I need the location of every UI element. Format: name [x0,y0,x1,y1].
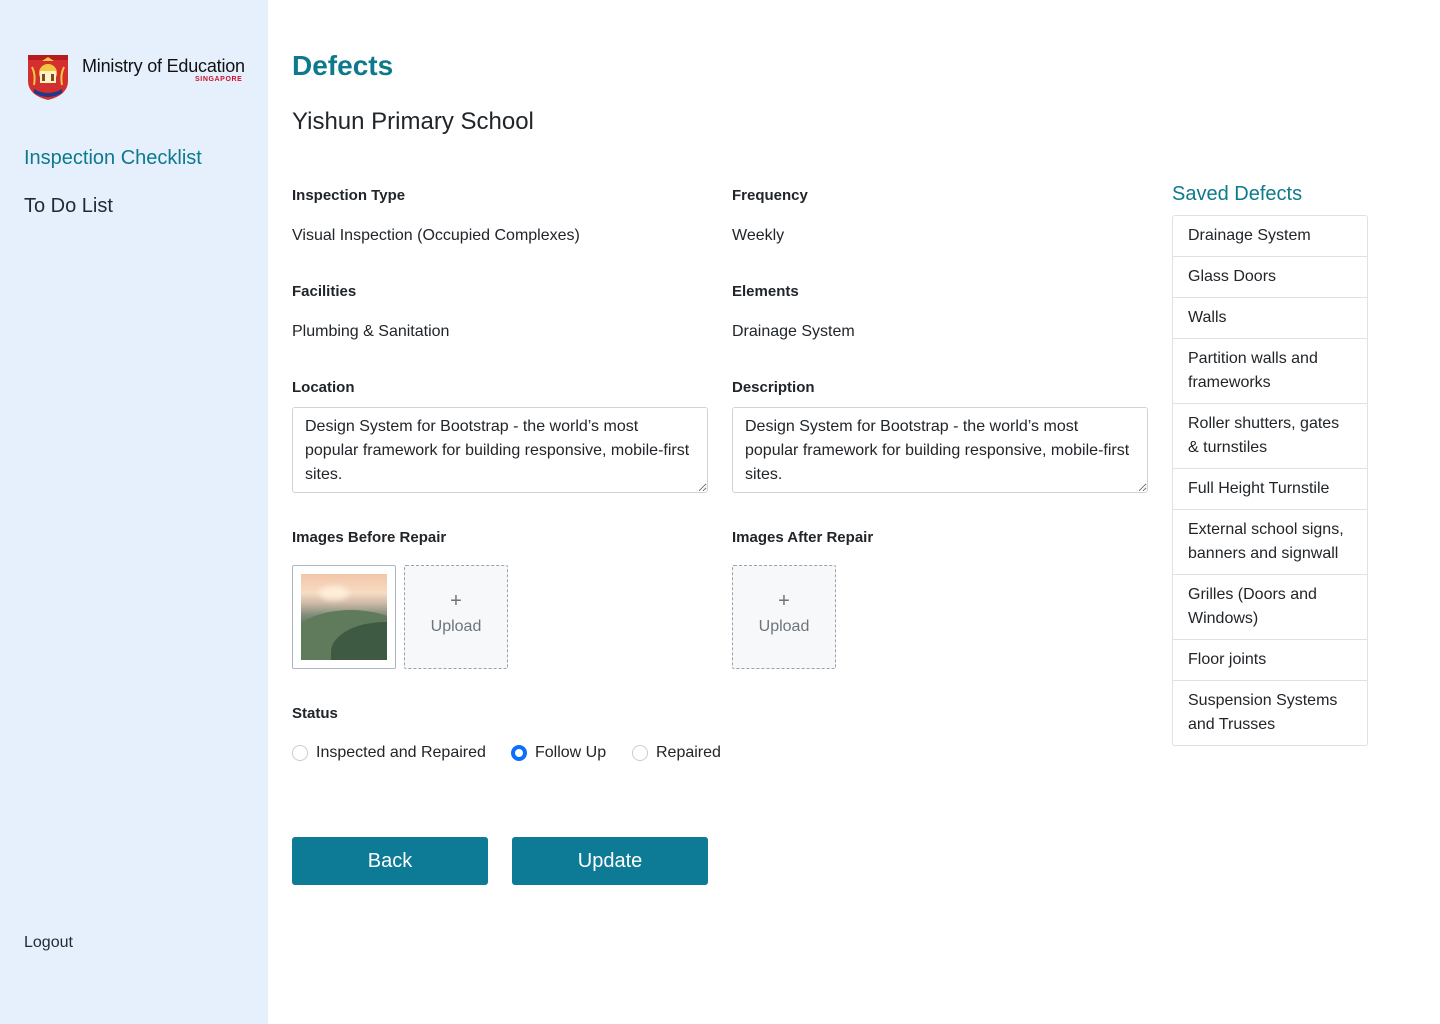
radio-checked-icon [511,745,527,761]
inspection-type-label: Inspection Type [292,187,406,204]
plus-icon: + [450,590,462,612]
saved-defect-item[interactable]: Grilles (Doors and Windows) [1173,575,1367,640]
upload-after-button[interactable]: + Upload [732,565,836,669]
images-before-label: Images Before Repair [292,529,447,546]
saved-defect-item[interactable]: Floor joints [1173,640,1367,681]
saved-defect-item[interactable]: Full Height Turnstile [1173,469,1367,510]
status-label: Status [292,705,338,722]
upload-label: Upload [430,618,482,635]
back-button[interactable]: Back [292,837,488,885]
elements-label: Elements [732,283,799,300]
saved-defect-item[interactable]: External school signs, banners and signw… [1173,510,1367,575]
saved-defect-item[interactable]: Drainage System [1173,216,1367,257]
nav-todo-list[interactable]: To Do List [24,195,113,218]
description-textarea[interactable]: Design System for Bootstrap - the world’… [732,407,1148,493]
location-textarea[interactable]: Design System for Bootstrap - the world’… [292,407,708,493]
images-after-label: Images After Repair [732,529,874,546]
saved-defect-item[interactable]: Partition walls and frameworks [1173,339,1367,404]
update-button[interactable]: Update [512,837,708,885]
saved-defect-item[interactable]: Walls [1173,298,1367,339]
elements-value: Drainage System [732,323,855,340]
saved-defects-list: Drainage System Glass Doors Walls Partit… [1172,215,1368,746]
school-name: Yishun Primary School [292,108,534,135]
nav-inspection-checklist[interactable]: Inspection Checklist [24,147,202,170]
frequency-value: Weekly [732,227,785,244]
brand-name: Ministry of Education [82,56,245,76]
plus-icon: + [778,590,790,612]
frequency-label: Frequency [732,187,808,204]
saved-defect-item[interactable]: Glass Doors [1173,257,1367,298]
before-repair-image[interactable] [292,565,396,669]
page-title: Defects [292,50,394,81]
moe-crest-icon [28,55,68,100]
description-label: Description [732,379,815,396]
radio-label: Follow Up [535,744,607,761]
saved-defect-item[interactable]: Roller shutters, gates & turnstiles [1173,404,1367,469]
brand-sub: SINGAPORE [195,76,243,83]
location-label: Location [292,379,355,396]
upload-label: Upload [758,618,810,635]
landscape-photo [301,574,387,660]
inspection-type-value: Visual Inspection (Occupied Complexes) [292,227,580,244]
radio-unchecked-icon [292,745,308,761]
radio-label: Repaired [656,744,721,761]
saved-defect-item[interactable]: Suspension Systems and Trusses [1173,681,1367,745]
moe-logo: Ministry of Education SINGAPORE [24,51,254,103]
sidebar: Ministry of Education SINGAPORE Inspecti… [0,0,268,1024]
facilities-label: Facilities [292,283,357,300]
saved-defects-title: Saved Defects [1172,183,1303,205]
radio-unchecked-icon [632,745,648,761]
upload-before-button[interactable]: + Upload [404,565,508,669]
facilities-value: Plumbing & Sanitation [292,323,450,340]
radio-label: Inspected and Repaired [316,744,486,761]
logout-link[interactable]: Logout [24,934,73,952]
